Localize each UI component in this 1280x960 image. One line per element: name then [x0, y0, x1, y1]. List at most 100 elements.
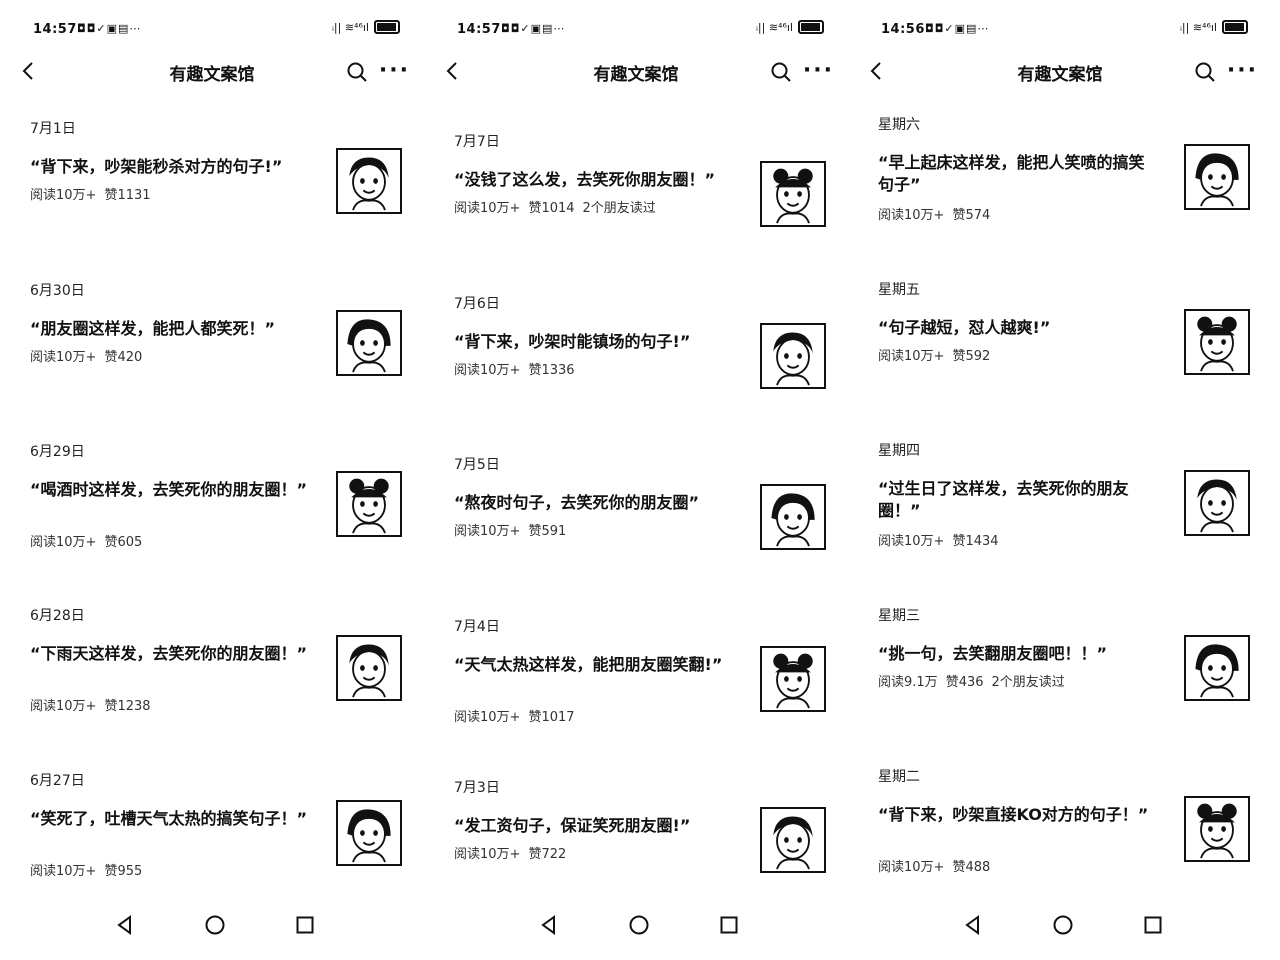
article-item[interactable]: 星期六 “早上起床这样发，能把人笑喷的搞笑句子” 阅读10万+ 赞574 — [848, 114, 1272, 254]
article-item[interactable]: 7月6日 “背下来，吵架时能镇场的句子!” 阅读10万+ 赞1336 — [424, 293, 848, 433]
article-title[interactable]: “背下来，吵架直接KO对方的句子！” — [878, 804, 1160, 826]
article-item[interactable]: 6月27日 “笑死了，吐槽天气太热的搞笑句子！” 阅读10万+ 赞955 — [0, 770, 424, 910]
article-thumbnail[interactable] — [336, 148, 402, 214]
article-meta: 阅读10万+ 赞488 — [878, 856, 998, 875]
back-triangle-icon[interactable] — [114, 914, 136, 936]
like-count: 赞574 — [952, 208, 991, 223]
article-meta: 阅读10万+ 赞1131 — [30, 184, 159, 203]
recents-square-icon[interactable] — [1142, 914, 1164, 936]
article-title[interactable]: “句子越短，怼人越爽!” — [878, 317, 1160, 339]
article-thumbnail[interactable] — [336, 471, 402, 537]
article-item[interactable]: 7月7日 “没钱了这么发，去笑死你朋友圈！” 阅读10万+ 赞1014 2个朋友读过 — [424, 131, 848, 271]
article-title[interactable]: “发工资句子，保证笑死朋友圈!” — [454, 815, 736, 837]
read-count: 阅读10万+ — [454, 201, 521, 216]
read-count: 阅读10万+ — [454, 847, 521, 862]
like-count: 赞1336 — [528, 363, 575, 378]
back-triangle-icon[interactable] — [962, 914, 984, 936]
read-count: 阅读10万+ — [30, 188, 97, 203]
article-meta: 阅读10万+ 赞1434 — [878, 530, 1007, 549]
search-icon[interactable] — [1194, 61, 1216, 83]
article-thumbnail[interactable] — [1184, 470, 1250, 536]
article-title[interactable]: “没钱了这么发，去笑死你朋友圈！” — [454, 169, 736, 191]
article-item[interactable]: 6月30日 “朋友圈这样发，能把人都笑死！” 阅读10万+ 赞420 — [0, 280, 424, 420]
nav-bar: 有趣文案馆 ··· — [848, 50, 1272, 94]
article-date: 7月4日 — [454, 619, 500, 635]
status-time: 14:57 — [457, 22, 501, 37]
article-date: 7月6日 — [454, 296, 500, 312]
article-date: 6月29日 — [30, 444, 85, 460]
read-count: 阅读10万+ — [30, 535, 97, 550]
article-meta: 阅读10万+ 赞955 — [30, 860, 150, 879]
article-title[interactable]: “熬夜时句子，去笑死你的朋友圈” — [454, 492, 736, 514]
article-title[interactable]: “下雨天这样发，去笑死你的朋友圈！” — [30, 643, 312, 665]
read-count: 阅读10万+ — [454, 524, 521, 539]
article-item[interactable]: 星期三 “挑一句，去笑翻朋友圈吧！！” 阅读9.1万 赞436 2个朋友读过 — [848, 605, 1272, 745]
more-options-icon[interactable]: ··· — [1227, 58, 1258, 83]
home-circle-icon[interactable] — [628, 914, 650, 936]
read-count: 阅读10万+ — [878, 208, 945, 223]
article-thumbnail[interactable] — [336, 800, 402, 866]
like-count: 赞722 — [528, 847, 567, 862]
more-options-icon[interactable]: ··· — [803, 58, 834, 83]
article-title[interactable]: “朋友圈这样发，能把人都笑死！” — [30, 318, 312, 340]
article-title[interactable]: “天气太热这样发，能把朋友圈笑翻!” — [454, 654, 736, 676]
article-thumbnail[interactable] — [760, 646, 826, 712]
back-triangle-icon[interactable] — [538, 914, 560, 936]
like-count: 赞592 — [952, 349, 991, 364]
article-item[interactable]: 6月28日 “下雨天这样发，去笑死你的朋友圈！” 阅读10万+ 赞1238 — [0, 605, 424, 745]
article-title[interactable]: “早上起床这样发，能把人笑喷的搞笑句子” — [878, 152, 1160, 196]
nav-bar: 有趣文案馆 ··· — [424, 50, 848, 94]
friends-read: 2个朋友读过 — [991, 675, 1065, 690]
signal-icon: ᵢ|| ≋⁴⁶ıl — [755, 20, 793, 34]
article-thumbnail[interactable] — [760, 484, 826, 550]
article-item[interactable]: 7月1日 “背下来，吵架能秒杀对方的句子!” 阅读10万+ 赞1131 — [0, 118, 424, 258]
system-nav-bar — [424, 904, 848, 944]
article-meta: 阅读9.1万 赞436 2个朋友读过 — [878, 671, 1073, 690]
article-meta: 阅读10万+ 赞1014 2个朋友读过 — [454, 197, 664, 216]
article-meta: 阅读10万+ 赞605 — [30, 531, 150, 550]
article-title[interactable]: “背下来，吵架能秒杀对方的句子!” — [30, 156, 312, 178]
article-title[interactable]: “过生日了这样发，去笑死你的朋友圈！” — [878, 478, 1160, 522]
article-item[interactable]: 6月29日 “喝酒时这样发，去笑死你的朋友圈！” 阅读10万+ 赞605 — [0, 441, 424, 581]
article-title[interactable]: “笑死了，吐槽天气太热的搞笑句子！” — [30, 808, 312, 830]
article-thumbnail[interactable] — [1184, 309, 1250, 375]
article-thumbnail[interactable] — [1184, 796, 1250, 862]
article-title[interactable]: “挑一句，去笑翻朋友圈吧！！” — [878, 643, 1160, 665]
phone-screen: 14:56 ◘◘✓▣▤⋯ ᵢ|| ≋⁴⁶ıl 有趣文案馆 ··· 星期六 “早上起床这样发，… — [848, 0, 1272, 960]
system-status-icons: ᵢ|| ≋⁴⁶ıl — [1180, 20, 1248, 34]
article-thumbnail[interactable] — [1184, 144, 1250, 210]
article-date: 7月1日 — [30, 121, 76, 137]
read-count: 阅读10万+ — [30, 350, 97, 365]
article-thumbnail[interactable] — [1184, 635, 1250, 701]
article-thumbnail[interactable] — [760, 807, 826, 873]
like-count: 赞436 — [945, 675, 984, 690]
article-thumbnail[interactable] — [336, 310, 402, 376]
article-item[interactable]: 星期四 “过生日了这样发，去笑死你的朋友圈！” 阅读10万+ 赞1434 — [848, 440, 1272, 580]
phone-screen: 14:57 ◘◘✓▣▤⋯ ᵢ|| ≋⁴⁶ıl 有趣文案馆 ··· 7月1日 “背下来，吵架能… — [0, 0, 424, 960]
article-date: 7月3日 — [454, 780, 500, 796]
search-icon[interactable] — [770, 61, 792, 83]
article-item[interactable]: 7月5日 “熬夜时句子，去笑死你的朋友圈” 阅读10万+ 赞591 — [424, 454, 848, 594]
search-icon[interactable] — [346, 61, 368, 83]
recents-square-icon[interactable] — [294, 914, 316, 936]
read-count: 阅读10万+ — [454, 363, 521, 378]
article-item[interactable]: 星期五 “句子越短，怼人越爽!” 阅读10万+ 赞592 — [848, 279, 1272, 419]
signal-icon: ᵢ|| ≋⁴⁶ıl — [331, 20, 369, 34]
article-thumbnail[interactable] — [760, 161, 826, 227]
system-status-icons: ᵢ|| ≋⁴⁶ıl — [332, 20, 400, 34]
article-item[interactable]: 星期二 “背下来，吵架直接KO对方的句子！” 阅读10万+ 赞488 — [848, 766, 1272, 906]
home-circle-icon[interactable] — [204, 914, 226, 936]
more-options-icon[interactable]: ··· — [379, 58, 410, 83]
signal-icon: ᵢ|| ≋⁴⁶ıl — [1179, 20, 1217, 34]
article-item[interactable]: 7月3日 “发工资句子，保证笑死朋友圈!” 阅读10万+ 赞722 — [424, 777, 848, 917]
recents-square-icon[interactable] — [718, 914, 740, 936]
article-title[interactable]: “背下来，吵架时能镇场的句子!” — [454, 331, 736, 353]
home-circle-icon[interactable] — [1052, 914, 1074, 936]
article-date: 6月27日 — [30, 773, 85, 789]
article-item[interactable]: 7月4日 “天气太热这样发，能把朋友圈笑翻!” 阅读10万+ 赞1017 — [424, 616, 848, 756]
article-date: 7月7日 — [454, 134, 500, 150]
article-title[interactable]: “喝酒时这样发，去笑死你的朋友圈！” — [30, 479, 312, 501]
article-thumbnail[interactable] — [760, 323, 826, 389]
like-count: 赞1014 — [528, 201, 575, 216]
article-thumbnail[interactable] — [336, 635, 402, 701]
